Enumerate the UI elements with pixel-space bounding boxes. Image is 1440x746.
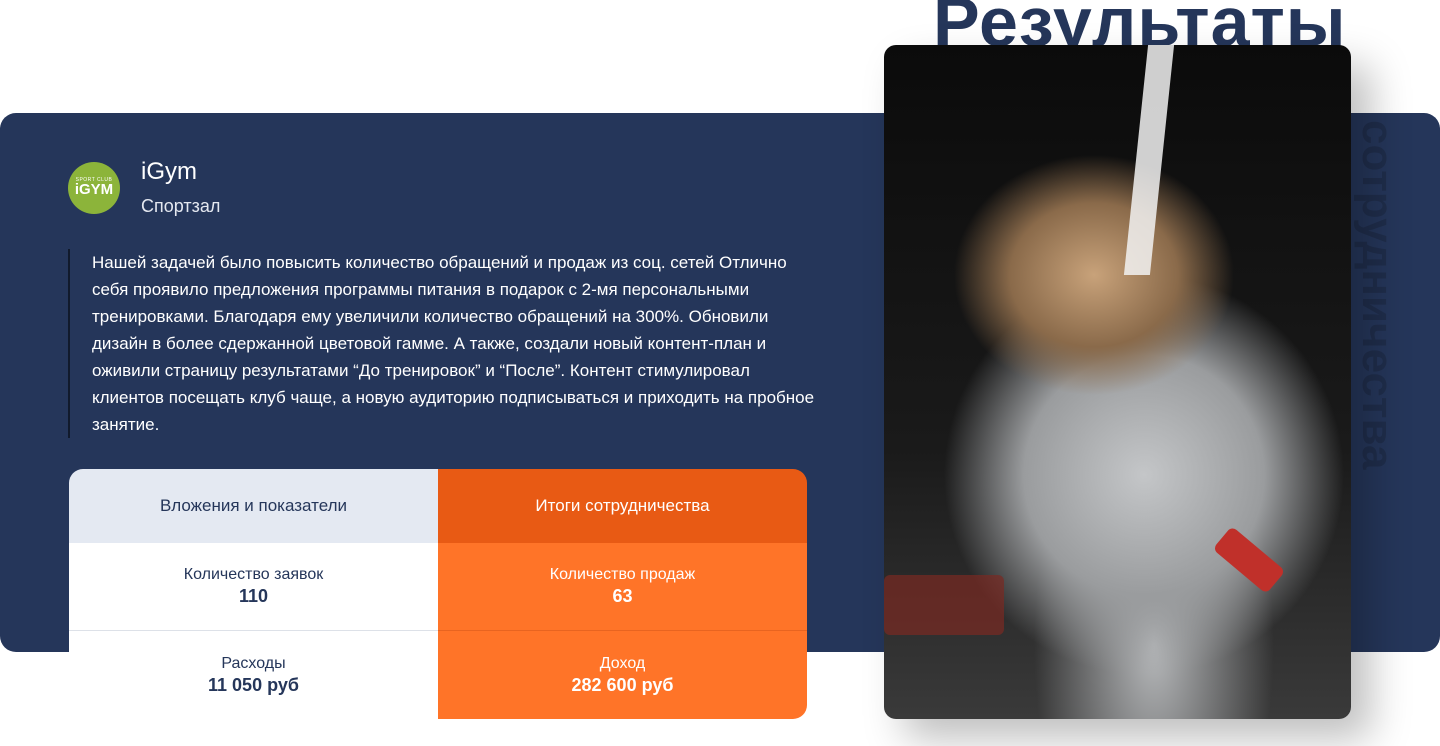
- cell-value: 11 050 руб: [208, 674, 299, 695]
- table-header-investments: Вложения и показатели: [69, 469, 438, 543]
- table-cell: Количество заявок 110: [69, 543, 438, 631]
- gym-photo: [884, 45, 1351, 719]
- logo-big-text: iGYM: [74, 181, 114, 198]
- client-category: Спортзал: [141, 196, 221, 216]
- cell-value: 110: [238, 586, 269, 606]
- dumbbell-shape: [1212, 526, 1286, 594]
- photo-light-strip: [1123, 45, 1175, 275]
- table-cell: Доход 282 600 руб: [438, 631, 807, 719]
- dumbbell-rack-shape: [884, 575, 1004, 635]
- table-cell: Количество продаж 63: [438, 543, 807, 631]
- client-logo: SPORT CLUB iGYM: [68, 162, 120, 214]
- cell-value: 282 600 руб: [571, 674, 674, 695]
- client-name: iGym: [141, 158, 197, 185]
- vertical-title: сотрудничества: [1353, 120, 1402, 470]
- results-table: Вложения и показатели Итоги сотрудничест…: [69, 469, 807, 719]
- cell-label: Расходы: [221, 654, 286, 672]
- table-header-results: Итоги сотрудничества: [438, 469, 807, 543]
- table-cell: Расходы 11 050 руб: [69, 631, 438, 719]
- cell-label: Количество продаж: [549, 566, 696, 583]
- cell-label: Доход: [599, 654, 646, 672]
- cell-label: Количество заявок: [183, 566, 324, 583]
- cell-value: 63: [612, 586, 633, 606]
- case-description: Нашей задачей было повысить количество о…: [68, 249, 822, 438]
